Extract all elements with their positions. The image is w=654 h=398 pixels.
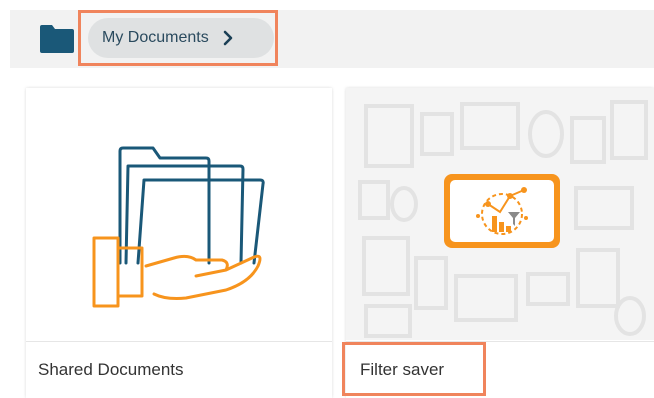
breadcrumb: My Documents bbox=[10, 10, 654, 68]
card-thumbnail bbox=[346, 88, 654, 340]
card-thumbnail bbox=[26, 88, 332, 340]
folder-icon[interactable] bbox=[40, 23, 74, 53]
card-shared-documents[interactable]: Shared Documents bbox=[26, 88, 332, 398]
card-label: Shared Documents bbox=[26, 341, 332, 397]
analytics-filter-icon bbox=[476, 187, 528, 235]
breadcrumb-label: My Documents bbox=[102, 29, 209, 46]
breadcrumb-my-documents[interactable]: My Documents bbox=[88, 18, 274, 58]
card-label-highlight bbox=[342, 342, 486, 396]
folder-in-hand-icon bbox=[92, 146, 265, 308]
chevron-right-icon bbox=[223, 30, 233, 46]
